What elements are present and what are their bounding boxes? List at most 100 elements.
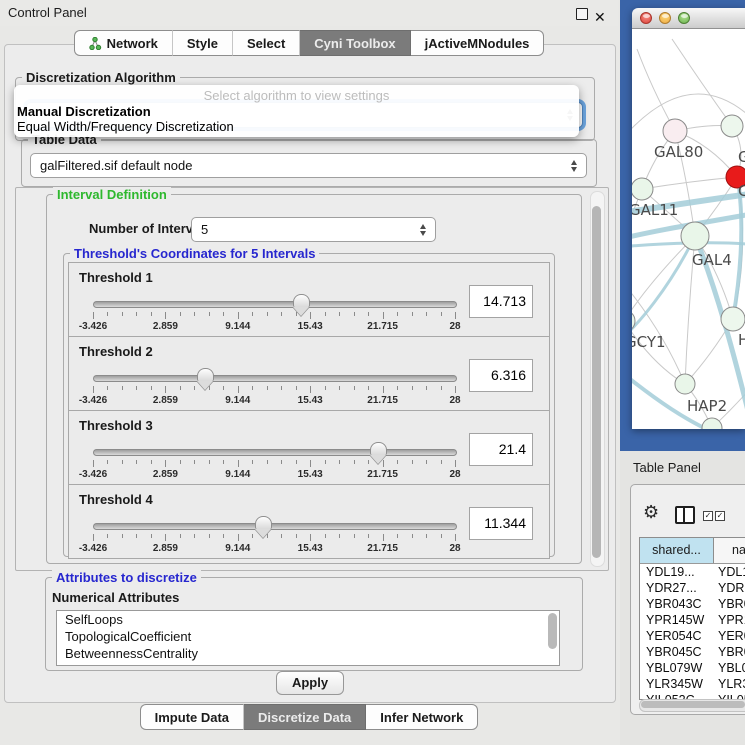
tab-jactivemnodules[interactable]: jActiveMNodules (411, 30, 545, 56)
table-cell[interactable]: YDL19 (714, 564, 745, 580)
minimize-traffic-light-icon[interactable] (659, 12, 671, 24)
checkbox-icon[interactable]: ✓ (703, 511, 713, 521)
table-row[interactable]: YER054CYER05 (640, 628, 745, 644)
slider-track[interactable] (93, 375, 457, 382)
table-cell[interactable]: YPR14 (714, 612, 745, 628)
tick-mark (368, 460, 369, 464)
table-cell[interactable]: YDR27... (640, 580, 714, 596)
network-edge-thick[interactable] (632, 236, 695, 341)
slider-track[interactable] (93, 301, 457, 308)
number-of-intervals-combobox[interactable]: 5 (191, 217, 436, 242)
table-cell[interactable]: YER054C (640, 628, 714, 644)
table-cell[interactable]: YIL052C (640, 692, 714, 699)
table-cell[interactable]: YBR04 (714, 644, 745, 660)
slider-handle[interactable] (255, 516, 272, 529)
network-edge[interactable] (632, 236, 695, 321)
dropdown-option[interactable]: Manual Discretization (14, 104, 579, 119)
table-row[interactable]: YBR043CYBR04 (640, 596, 745, 612)
node-right-middle[interactable] (721, 307, 745, 331)
attribute-list-item[interactable]: SelfLoops (57, 611, 559, 628)
threshold-value-field[interactable]: 6.316 (469, 359, 533, 392)
apply-button[interactable]: Apply (276, 671, 344, 695)
vertical-scrollbar[interactable] (590, 191, 605, 567)
tab-network[interactable]: Network (74, 30, 173, 56)
scrollbar-thumb[interactable] (592, 206, 601, 558)
node-top-right[interactable] (721, 115, 743, 137)
table-row[interactable]: YBR045CYBR04 (640, 644, 745, 660)
column-layout-icon[interactable] (675, 506, 695, 524)
tab-cyni-toolbox[interactable]: Cyni Toolbox (300, 30, 410, 56)
table-row[interactable]: YBL079WYBL07 (640, 660, 745, 676)
tick-mark (412, 460, 413, 464)
tick-mark (223, 460, 224, 464)
network-edge[interactable] (672, 39, 732, 126)
node-GAL4[interactable] (681, 222, 709, 250)
network-canvas[interactable]: GAL80GACGAL11GAL4GCY1HHAP2 (632, 29, 745, 429)
close-traffic-light-icon[interactable] (640, 12, 652, 24)
tab-infer-network[interactable]: Infer Network (366, 704, 478, 730)
slider-track[interactable] (93, 449, 457, 456)
table-row[interactable]: YLR345WYLR34 (640, 676, 745, 692)
table-cell[interactable]: YLR34 (714, 676, 745, 692)
threshold-slider[interactable]: -3.4262.8599.14415.4321.71528 (93, 515, 455, 557)
table-data-combobox[interactable]: galFiltered.sif default node (30, 153, 587, 178)
attribute-list-item[interactable]: BetweennessCentrality (57, 645, 559, 662)
tab-select[interactable]: Select (233, 30, 300, 56)
slider-tick-labels: -3.4262.8599.14415.4321.71528 (93, 321, 455, 333)
table-cell[interactable]: YER05 (714, 628, 745, 644)
node-bottom[interactable] (702, 418, 722, 429)
threshold-slider[interactable]: -3.4262.8599.14415.4321.71528 (93, 441, 455, 483)
network-edge[interactable] (632, 321, 685, 384)
tick-mark (136, 312, 137, 316)
node-GAL11[interactable] (632, 178, 653, 200)
checkbox-icon[interactable]: ✓ (715, 511, 725, 521)
tab-style[interactable]: Style (173, 30, 233, 56)
tick-mark (151, 312, 152, 316)
close-icon[interactable]: ✕ (594, 4, 606, 30)
threshold-value-field[interactable]: 14.713 (469, 285, 533, 318)
table-cell[interactable]: YBR045C (640, 644, 714, 660)
zoom-traffic-light-icon[interactable] (678, 12, 690, 24)
table-cell[interactable]: YBR04 (714, 596, 745, 612)
table-cell[interactable]: YPR145W (640, 612, 714, 628)
table-cell[interactable]: YBR043C (640, 596, 714, 612)
threshold-slider[interactable]: -3.4262.8599.14415.4321.71528 (93, 293, 455, 335)
node-HAP2[interactable] (675, 374, 695, 394)
table-cell[interactable]: YDR27 (714, 580, 745, 596)
slider-handle[interactable] (370, 442, 387, 455)
table-row[interactable]: YPR145WYPR14 (640, 612, 745, 628)
tab-impute-data[interactable]: Impute Data (140, 704, 244, 730)
slider-track[interactable] (93, 523, 457, 530)
tick-mark (180, 312, 181, 316)
threshold-value-field[interactable]: 11.344 (469, 507, 533, 540)
slider-handle[interactable] (293, 294, 310, 307)
horizontal-scrollbar[interactable] (639, 699, 745, 712)
node-attribute-table[interactable]: shared... na YDL19...YDL19YDR27...YDR27Y… (639, 537, 745, 700)
table-cell[interactable]: YDL19... (640, 564, 714, 580)
gear-icon[interactable]: ⚙ (643, 503, 659, 521)
attributes-list[interactable]: SelfLoopsTopologicalCoefficientBetweenne… (56, 610, 560, 666)
column-header-shared-name[interactable]: shared... (640, 538, 714, 563)
node-unlabeled-pink[interactable] (663, 119, 687, 143)
list-scrollbar-thumb[interactable] (548, 613, 557, 649)
tick-mark (397, 386, 398, 390)
network-edge-thick[interactable] (733, 187, 741, 319)
table-cell[interactable]: YBL079W (640, 660, 714, 676)
table-cell[interactable]: YBL07 (714, 660, 745, 676)
threshold-value-field[interactable]: 21.4 (469, 433, 533, 466)
table-cell[interactable]: YLR345W (640, 676, 714, 692)
threshold-slider[interactable]: -3.4262.8599.14415.4321.71528 (93, 367, 455, 409)
table-row[interactable]: YIL052CYIL05 (640, 692, 745, 699)
dropdown-option[interactable]: Equal Width/Frequency Discretization (14, 119, 579, 134)
table-row[interactable]: YDR27...YDR27 (640, 580, 745, 596)
column-header-name[interactable]: na (714, 538, 745, 563)
tab-discretize-data[interactable]: Discretize Data (244, 704, 366, 730)
slider-handle[interactable] (197, 368, 214, 381)
network-edge[interactable] (642, 177, 737, 189)
float-window-icon[interactable] (576, 8, 588, 20)
attribute-list-item[interactable]: TopologicalCoefficient (57, 628, 559, 645)
scrollbar-thumb[interactable] (641, 701, 745, 708)
table-row[interactable]: YDL19...YDL19 (640, 564, 745, 580)
tick-mark (426, 312, 427, 316)
table-cell[interactable]: YIL05 (714, 692, 745, 699)
